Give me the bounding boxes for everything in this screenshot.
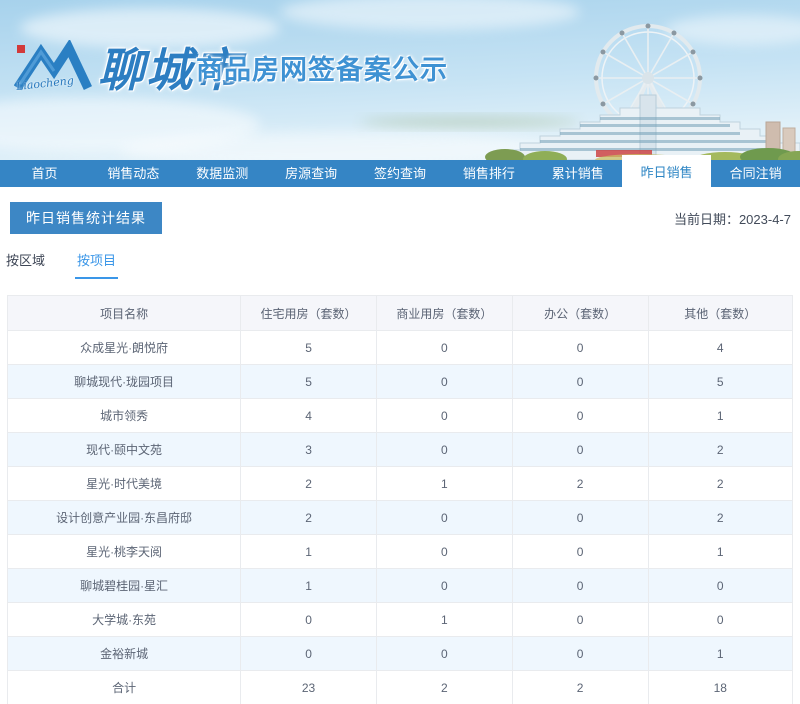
value-cell: 0 — [511, 330, 649, 365]
table-row: 大学城·东苑 0 1 0 0 — [6, 602, 794, 637]
table-row: 金裕新城 0 0 0 1 — [6, 636, 794, 671]
page-title: 昨日销售统计结果 — [10, 202, 162, 234]
table-row: 众成星光·朗悦府 5 0 0 4 — [6, 330, 794, 365]
site-title: 商品房网签备案公示 — [196, 55, 448, 85]
project-name-cell: 设计创意产业园·东昌府邸 — [6, 500, 242, 535]
value-cell: 0 — [511, 568, 649, 603]
value-cell: 0 — [511, 364, 649, 399]
value-cell: 2 — [240, 500, 377, 535]
project-name-cell: 金裕新城 — [6, 636, 242, 671]
column-header: 其他（套数） — [647, 295, 794, 331]
nav-item-home[interactable]: 首页 — [0, 160, 89, 187]
value-cell: 0 — [647, 568, 794, 603]
project-name-cell: 城市领秀 — [6, 398, 242, 433]
nav-item-contract-query[interactable]: 签约查询 — [356, 160, 445, 187]
sales-statistics-table: 项目名称 住宅用房（套数） 商业用房（套数） 办公（套数） 其他（套数） 众成星光·朗悦… — [6, 295, 794, 704]
value-cell: 2 — [511, 670, 649, 704]
table-row: 聊城碧桂园·星汇 1 0 0 0 — [6, 568, 794, 603]
project-name-cell: 聊城碧桂园·星汇 — [6, 568, 242, 603]
value-cell: 1 — [240, 534, 377, 569]
tab-by-project[interactable]: 按项目 — [75, 250, 119, 279]
table-body: 众成星光·朗悦府 5 0 0 4 聊城现代·珑园项目 5 0 0 5 城市领秀 4 0 0 1 现代·颐中文苑… — [6, 330, 794, 704]
header-row: 项目名称 住宅用房（套数） 商业用房（套数） 办公（套数） 其他（套数） — [6, 295, 794, 331]
value-cell: 4 — [240, 398, 377, 433]
value-cell: 2 — [240, 466, 377, 501]
nav-item-total-sales[interactable]: 累计销售 — [533, 160, 622, 187]
value-cell: 0 — [375, 500, 513, 535]
content-area: 昨日销售统计结果 当前日期：2023-4-7 按区域 按项目 项目名称 住宅用房（套… — [0, 202, 800, 704]
nav-item-contract-cancel[interactable]: 合同注销 — [711, 160, 800, 187]
value-cell: 5 — [240, 364, 377, 399]
tab-by-region[interactable]: 按区域 — [4, 250, 47, 277]
table-row-total: 合计 23 2 2 18 — [6, 670, 794, 704]
nav-bar: 首页 销售动态 数据监测 房源查询 签约查询 销售排行 累计销售 昨日销售 合同注销 — [0, 155, 800, 187]
value-cell: 0 — [511, 534, 649, 569]
project-name-cell: 合计 — [6, 670, 242, 704]
value-cell: 2 — [647, 466, 794, 501]
table-row: 城市领秀 4 0 0 1 — [6, 398, 794, 433]
nav-item-housing-query[interactable]: 房源查询 — [267, 160, 356, 187]
column-header: 项目名称 — [6, 295, 242, 331]
value-cell: 0 — [240, 636, 377, 671]
value-cell: 1 — [647, 636, 794, 671]
value-cell: 0 — [511, 398, 649, 433]
value-cell: 23 — [240, 670, 377, 704]
value-cell: 2 — [647, 500, 794, 535]
table-header: 项目名称 住宅用房（套数） 商业用房（套数） 办公（套数） 其他（套数） — [6, 295, 794, 331]
value-cell: 0 — [511, 500, 649, 535]
table-row: 星光·时代美境 2 1 2 2 — [6, 466, 794, 501]
value-cell: 0 — [511, 636, 649, 671]
value-cell: 5 — [240, 330, 377, 365]
nav-item-sales-ranking[interactable]: 销售排行 — [444, 160, 533, 187]
value-cell: 1 — [375, 466, 513, 501]
value-cell: 4 — [647, 330, 794, 365]
value-cell: 1 — [647, 398, 794, 433]
project-name-cell: 聊城现代·珑园项目 — [6, 364, 242, 399]
project-name-cell: 星光·桃李天阅 — [6, 534, 242, 569]
value-cell: 2 — [511, 466, 649, 501]
table-row: 现代·颐中文苑 3 0 0 2 — [6, 432, 794, 467]
nav-item-sales-dynamics[interactable]: 销售动态 — [89, 160, 178, 187]
nav-item-data-monitor[interactable]: 数据监测 — [178, 160, 267, 187]
value-cell: 1 — [240, 568, 377, 603]
project-name-cell: 大学城·东苑 — [6, 602, 242, 637]
value-cell: 18 — [647, 670, 794, 704]
value-cell: 0 — [647, 602, 794, 637]
value-cell: 5 — [647, 364, 794, 399]
value-cell: 0 — [375, 398, 513, 433]
value-cell: 0 — [375, 534, 513, 569]
project-name-cell: 现代·颐中文苑 — [6, 432, 242, 467]
value-cell: 1 — [375, 602, 513, 637]
table-row: 星光·桃李天阅 1 0 0 1 — [6, 534, 794, 569]
value-cell: 0 — [375, 568, 513, 603]
header-banner: Liaocheng 聊城市 商品房网签备案公示 — [0, 0, 800, 160]
project-name-cell: 星光·时代美境 — [6, 466, 242, 501]
value-cell: 0 — [240, 602, 377, 637]
column-header: 办公（套数） — [511, 295, 649, 331]
project-name-cell: 众成星光·朗悦府 — [6, 330, 242, 365]
distant-shoreline — [360, 117, 580, 127]
value-cell: 3 — [240, 432, 377, 467]
site-logo: Liaocheng — [13, 38, 94, 100]
value-cell: 0 — [375, 636, 513, 671]
column-header: 商业用房（套数） — [375, 295, 513, 331]
column-header: 住宅用房（套数） — [240, 295, 377, 331]
nav-item-yesterday-sales[interactable]: 昨日销售 — [622, 155, 712, 187]
value-cell: 0 — [375, 330, 513, 365]
table-row: 聊城现代·珑园项目 5 0 0 5 — [6, 364, 794, 399]
table-row: 设计创意产业园·东昌府邸 2 0 0 2 — [6, 500, 794, 535]
far-tower — [765, 121, 781, 153]
value-cell: 0 — [375, 432, 513, 467]
value-cell: 2 — [647, 432, 794, 467]
title-row: 昨日销售统计结果 当前日期：2023-4-7 — [10, 202, 793, 234]
view-tabs: 按区域 按项目 — [4, 250, 800, 279]
value-cell: 2 — [375, 670, 513, 704]
value-cell: 0 — [375, 364, 513, 399]
current-date-label: 当前日期：2023-4-7 — [673, 211, 791, 227]
value-cell: 0 — [511, 602, 649, 637]
value-cell: 1 — [647, 534, 794, 569]
value-cell: 0 — [511, 432, 649, 467]
